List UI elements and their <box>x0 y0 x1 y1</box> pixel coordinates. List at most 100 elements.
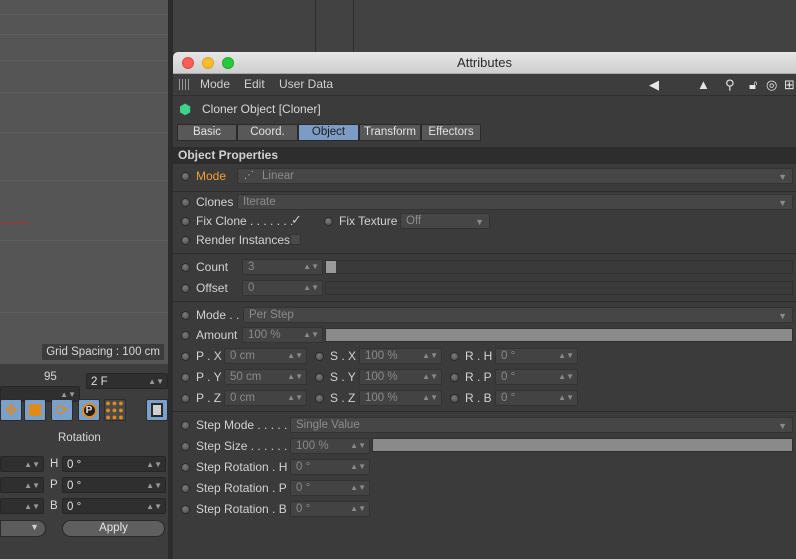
coordinate-system-dropdown[interactable]: ▼ <box>0 520 46 537</box>
pos-z-field[interactable]: 0 cm ▲▼ <box>224 390 307 406</box>
rotation-axis-h: H <box>50 458 59 470</box>
size-field-3[interactable]: ▲▼ <box>0 498 44 514</box>
animate-dot[interactable] <box>450 352 459 361</box>
step-rotation-h-field[interactable]: 0 ° ▲▼ <box>290 459 370 475</box>
film-icon <box>151 403 163 417</box>
chevron-down-icon: ▼ <box>778 421 787 431</box>
animate-dot[interactable] <box>181 172 190 181</box>
menu-mode[interactable]: Mode <box>200 77 230 91</box>
rotate-tool-button[interactable]: ⟳ <box>51 399 73 421</box>
animate-dot[interactable] <box>181 311 190 320</box>
animate-dot[interactable] <box>315 394 324 403</box>
tab-transform[interactable]: Transform <box>359 124 421 141</box>
scale-y-field[interactable]: 100 % ▲▼ <box>359 369 442 385</box>
animate-dot[interactable] <box>315 373 324 382</box>
rot-h-field[interactable]: 0 ° ▲▼ <box>495 348 578 364</box>
dots-grid-icon: ●●● ●●● ●●● <box>105 397 125 422</box>
lock-icon[interactable]: 🔓︎ <box>749 77 757 92</box>
apply-button[interactable]: Apply <box>62 520 165 537</box>
timeline-button[interactable] <box>146 399 168 421</box>
animate-dot[interactable] <box>181 394 190 403</box>
chevron-down-icon: ▼ <box>475 217 484 227</box>
pos-x-field[interactable]: 0 cm ▲▼ <box>224 348 307 364</box>
animate-dot[interactable] <box>324 217 333 226</box>
size-field-1[interactable]: ▲▼ <box>0 456 44 472</box>
amount-field[interactable]: 100 % ▲▼ <box>242 327 323 343</box>
rotation-h-field[interactable]: 0 ° ▲▼ <box>62 456 166 472</box>
step-mode-dropdown[interactable]: Single Value ▼ <box>290 417 793 433</box>
grip-icon <box>179 79 190 90</box>
animate-dot[interactable] <box>181 198 190 207</box>
step-rotation-b-field[interactable]: 0 ° ▲▼ <box>290 501 370 517</box>
animate-dot[interactable] <box>181 484 190 493</box>
grid-spacing-label: Grid Spacing : 100 cm <box>42 344 164 360</box>
count-slider[interactable] <box>325 260 793 274</box>
render-tool-button[interactable]: P <box>78 399 100 421</box>
count-slider-fill <box>326 261 336 273</box>
scale-z-field[interactable]: 100 % ▲▼ <box>359 390 442 406</box>
points-tool-button[interactable]: ●●● ●●● ●●● <box>104 397 126 422</box>
step-size-slider[interactable] <box>372 438 793 452</box>
rotation-p-field[interactable]: 0 ° ▲▼ <box>62 477 166 493</box>
animate-dot[interactable] <box>181 331 190 340</box>
back-arrow-icon[interactable]: ◀ <box>649 77 659 92</box>
up-arrow-icon[interactable]: ▲ <box>697 77 710 92</box>
animate-dot[interactable] <box>181 505 190 514</box>
size-field-2[interactable]: ▲▼ <box>0 477 44 493</box>
render-instances-checkbox[interactable] <box>290 234 301 245</box>
scale-x-label: S . X <box>330 349 357 363</box>
chevron-down-icon: ▼ <box>778 311 787 321</box>
animate-dot[interactable] <box>181 442 190 451</box>
new-panel-icon[interactable]: ⊞ <box>784 77 795 92</box>
step-rotation-p-field[interactable]: 0 ° ▲▼ <box>290 480 370 496</box>
fix-clone-checkbox[interactable]: ✓ <box>291 213 302 226</box>
viewport-3d[interactable]: Grid Spacing : 100 cm <box>0 0 168 364</box>
animate-dot[interactable] <box>181 263 190 272</box>
animate-dot[interactable] <box>181 236 190 245</box>
animate-dot[interactable] <box>181 284 190 293</box>
animate-dot[interactable] <box>450 394 459 403</box>
end-frame-field[interactable]: 2 F ▲▼ <box>86 373 168 389</box>
animate-dot[interactable] <box>181 373 190 382</box>
animate-dot[interactable] <box>450 373 459 382</box>
p-icon: P <box>81 402 97 418</box>
rot-b-label: R . B <box>465 391 492 405</box>
animate-dot[interactable] <box>315 352 324 361</box>
move-tool-button[interactable]: ✥ <box>0 399 22 421</box>
tab-object[interactable]: Object <box>298 124 359 141</box>
mode-step-dropdown[interactable]: Per Step ▼ <box>243 307 793 323</box>
tab-coord[interactable]: Coord. <box>237 124 298 141</box>
scale-icon <box>29 404 41 416</box>
scale-tool-button[interactable] <box>24 399 46 421</box>
rotate-icon: ⟳ <box>55 402 69 419</box>
clones-dropdown[interactable]: Iterate ▼ <box>237 194 793 210</box>
offset-slider[interactable] <box>325 281 793 295</box>
window-titlebar[interactable]: Attributes <box>173 52 796 74</box>
step-rotation-b-label: Step Rotation . B <box>196 502 287 516</box>
step-size-field[interactable]: 100 % ▲▼ <box>290 438 370 454</box>
pos-y-field[interactable]: 50 cm ▲▼ <box>224 369 307 385</box>
chevron-down-icon: ▼ <box>778 172 787 182</box>
scale-x-field[interactable]: 100 % ▲▼ <box>359 348 442 364</box>
offset-field[interactable]: 0 ▲▼ <box>242 280 323 296</box>
search-icon[interactable]: ⚲ <box>725 77 735 92</box>
mode-dropdown[interactable]: ⋰ Linear ▼ <box>237 168 793 184</box>
tab-basic[interactable]: Basic <box>177 124 237 141</box>
menu-user-data[interactable]: User Data <box>279 77 333 91</box>
fix-texture-dropdown[interactable]: Off ▼ <box>400 213 490 229</box>
animate-dot[interactable] <box>181 463 190 472</box>
rotation-axis-p: P <box>50 479 58 491</box>
rot-p-field[interactable]: 0 ° ▲▼ <box>495 369 578 385</box>
animate-dot[interactable] <box>181 217 190 226</box>
rotation-b-field[interactable]: 0 ° ▲▼ <box>62 498 166 514</box>
count-field[interactable]: 3 ▲▼ <box>242 259 323 275</box>
rot-b-field[interactable]: 0 ° ▲▼ <box>495 390 578 406</box>
animate-dot[interactable] <box>181 421 190 430</box>
linear-mode-icon: ⋰ <box>244 170 254 181</box>
target-icon[interactable]: ◎ <box>766 77 777 92</box>
animate-dot[interactable] <box>181 352 190 361</box>
menu-edit[interactable]: Edit <box>244 77 265 91</box>
tab-effectors[interactable]: Effectors <box>421 124 481 141</box>
amount-slider[interactable] <box>325 328 793 342</box>
attributes-window: Attributes Mode Edit User Data ◀ ▲ ⚲ 🔓︎ … <box>173 52 796 559</box>
